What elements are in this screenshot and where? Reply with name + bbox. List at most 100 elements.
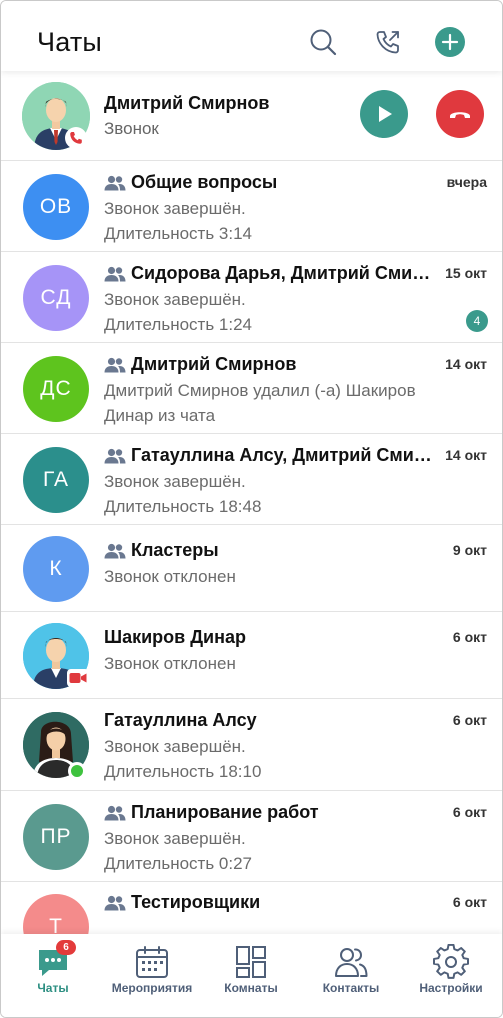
chat-date: 6 окт xyxy=(452,712,487,728)
group-icon xyxy=(104,357,126,372)
decline-call-button[interactable] xyxy=(436,90,484,138)
chat-preview-line: Звонок отклонен xyxy=(104,654,236,673)
nav-contacts-label: Контакты xyxy=(322,981,380,995)
contacts-icon xyxy=(335,948,368,977)
calendar-icon xyxy=(136,946,168,978)
chat-title: Кластеры xyxy=(104,540,432,561)
chat-avatar: К xyxy=(23,536,89,602)
chat-title: Гатауллина Алсу, Дмитрий Смирнов xyxy=(104,445,432,466)
chat-date: 6 окт xyxy=(452,629,487,645)
avatar-initials: К xyxy=(49,557,63,580)
chat-preview-line: Звонок завершён. xyxy=(104,290,246,309)
avatar-initials: ПР xyxy=(40,825,72,848)
group-icon xyxy=(104,448,126,463)
nav-settings-label: Настройки xyxy=(419,981,483,995)
chat-preview-line: Звонок завершён. xyxy=(104,472,246,491)
chat-preview-line: Звонок завершён. xyxy=(104,199,246,218)
chat-avatar: ПР xyxy=(23,804,89,870)
chat-avatar: ДС xyxy=(23,356,89,422)
chat-date: вчера xyxy=(446,174,487,190)
accept-call-button[interactable] xyxy=(360,90,408,138)
caller-name: Дмитрий Смирнов xyxy=(104,93,270,113)
chat-list-item[interactable]: ОВ Общие вопросы Звонок завершён. Длительно… xyxy=(1,161,502,252)
nav-chats[interactable]: 6 Чаты xyxy=(3,934,103,1014)
nav-events[interactable]: Мероприятия xyxy=(102,934,202,1014)
nav-settings[interactable]: Настройки xyxy=(401,934,501,1014)
add-icon xyxy=(435,27,465,57)
phone-icon xyxy=(70,132,82,144)
chat-title: Планирование работ xyxy=(104,802,432,823)
chat-list-item[interactable]: СД Сидорова Дарья, Дмитрий Смирнов Звонок … xyxy=(1,252,502,343)
video-call-badge xyxy=(67,669,89,687)
chat-title: Тестировщики xyxy=(104,892,432,913)
chat-list-item[interactable]: ПР Планирование работ Звонок завершён. Длит… xyxy=(1,791,502,882)
nav-contacts[interactable]: Контакты xyxy=(301,934,401,1014)
call-status: Звонок xyxy=(104,119,159,138)
chat-preview-line: Звонок завершён. xyxy=(104,737,246,756)
chat-preview-line: Звонок отклонен xyxy=(104,567,236,586)
chat-title: Гатауллина Алсу xyxy=(104,710,432,731)
hang-up-icon xyxy=(450,112,470,118)
group-icon xyxy=(104,175,126,190)
chat-date: 14 окт xyxy=(445,447,487,463)
chat-preview-line: Длительность 3:14 xyxy=(104,224,252,243)
chat-date: 15 окт xyxy=(445,265,487,281)
chat-preview-line: Длительность 18:48 xyxy=(104,497,262,516)
nav-rooms[interactable]: Комнаты xyxy=(201,934,301,1014)
chat-title: Шакиров Динар xyxy=(104,627,432,648)
chat-date: 6 окт xyxy=(452,894,487,910)
chat-title-text: Общие вопросы xyxy=(131,172,278,192)
chat-title: Общие вопросы xyxy=(104,172,432,193)
new-chat-button[interactable] xyxy=(434,26,466,58)
chat-preview-line: Динар из чата xyxy=(104,406,216,425)
chat-date: 14 окт xyxy=(445,356,487,372)
call-history-icon xyxy=(376,31,399,54)
chat-title-text: Шакиров Динар xyxy=(104,627,246,647)
incoming-call-row: Дмитрий Смирнов Звонок xyxy=(1,71,502,161)
chat-title: Дмитрий Смирнов xyxy=(104,354,432,375)
group-icon xyxy=(104,543,126,558)
chat-preview-line: Звонок завершён. xyxy=(104,829,246,848)
group-icon xyxy=(104,805,126,820)
chat-preview-line: Длительность 1:24 xyxy=(104,315,252,334)
chat-list-item[interactable]: Гатауллина Алсу Звонок завершён. Длительно… xyxy=(1,699,502,791)
chat-title-text: Сидорова Дарья, Дмитрий Смирнов xyxy=(131,263,432,283)
avatar-initials: ДС xyxy=(40,377,72,400)
gear-icon xyxy=(433,944,469,979)
chat-title-text: Гатауллина Алсу, Дмитрий Смирнов xyxy=(131,445,432,465)
app-frame: Чаты Дмитрий Смирнов Звонок ОВ Общие воп… xyxy=(0,0,503,1018)
chat-list-item[interactable]: К Кластеры Звонок отклонен 9 окт xyxy=(1,525,502,612)
chat-preview-line: Дмитрий Смирнов удалил (-а) Шакиров xyxy=(104,381,416,400)
avatar-initials: СД xyxy=(40,286,72,309)
play-icon xyxy=(379,106,392,122)
chat-avatar: ГА xyxy=(23,447,89,513)
avatar-initials: ГА xyxy=(43,468,69,491)
unread-chats-badge: 6 xyxy=(56,940,76,955)
search-button[interactable] xyxy=(307,26,339,58)
page-title: Чаты xyxy=(37,27,102,57)
chat-title-text: Дмитрий Смирнов xyxy=(131,354,297,374)
chat-date: 6 окт xyxy=(452,804,487,820)
chat-list: ОВ Общие вопросы Звонок завершён. Длительно… xyxy=(1,161,502,972)
unread-count-badge: 4 xyxy=(466,310,488,332)
rooms-grid-icon xyxy=(236,946,266,978)
chat-title-text: Планирование работ xyxy=(131,802,319,822)
chat-preview-line: Длительность 0:27 xyxy=(104,854,252,873)
group-icon xyxy=(104,266,126,281)
online-status-dot xyxy=(68,762,86,780)
chat-list-item[interactable]: ГА Гатауллина Алсу, Дмитрий Смирнов Звонок… xyxy=(1,434,502,525)
avatar-initials: ОВ xyxy=(39,195,73,218)
video-camera-icon xyxy=(69,673,87,683)
chat-list-item[interactable]: ДС Дмитрий Смирнов Дмитрий Смирнов удалил … xyxy=(1,343,502,434)
call-indicator-badge xyxy=(65,127,87,149)
group-icon xyxy=(104,895,126,910)
chat-preview-line: Длительность 18:10 xyxy=(104,762,262,781)
chat-title-text: Гатауллина Алсу xyxy=(104,710,257,730)
chat-date: 9 окт xyxy=(452,542,487,558)
chat-list-item[interactable]: Шакиров Динар Звонок отклонен 6 окт xyxy=(1,612,502,699)
nav-chats-label: Чаты xyxy=(37,981,69,995)
chat-avatar: СД xyxy=(23,265,89,331)
call-history-button[interactable] xyxy=(372,26,404,58)
chat-title: Сидорова Дарья, Дмитрий Смирнов xyxy=(104,263,432,284)
chat-title-text: Тестировщики xyxy=(131,892,261,912)
